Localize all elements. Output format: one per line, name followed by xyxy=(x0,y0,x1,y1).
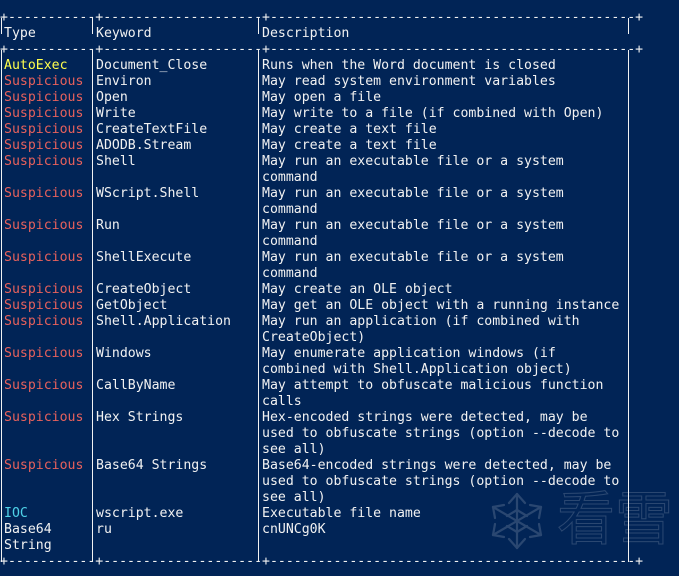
cell-type: Suspicious xyxy=(4,90,83,106)
cell-description-line: Base64-encoded strings were detected, ma… xyxy=(262,458,611,474)
vrule-col1-body xyxy=(92,50,93,562)
cell-keyword: CallByName xyxy=(96,378,175,394)
cell-description-line: Executable file name xyxy=(262,506,421,522)
cell-keyword: ShellExecute xyxy=(96,250,191,266)
cell-description-line: command xyxy=(262,266,318,282)
cell-keyword: Hex Strings xyxy=(96,410,183,426)
table-header-rule: +-----------+--------------------+------… xyxy=(0,42,643,58)
cell-description-line: May open a file xyxy=(262,90,381,106)
cell-keyword: WScript.Shell xyxy=(96,186,199,202)
vrule-right-header xyxy=(628,18,629,34)
cell-description-line: May run an executable file or a system xyxy=(262,154,564,170)
cell-keyword: Windows xyxy=(96,346,152,362)
cell-description-line: May create a text file xyxy=(262,138,437,154)
cell-description-line: command xyxy=(262,170,318,186)
cell-type: Suspicious xyxy=(4,218,83,234)
cell-type: Suspicious xyxy=(4,154,83,170)
cell-keyword: Base64 Strings xyxy=(96,458,207,474)
vrule-left-header xyxy=(1,18,2,34)
column-header-description: Description xyxy=(262,26,349,42)
cell-type: Suspicious xyxy=(4,282,83,298)
cell-type: Suspicious xyxy=(4,346,83,362)
cell-description-line: command xyxy=(262,234,318,250)
cell-type: IOC xyxy=(4,506,28,522)
cell-description-line: May enumerate application windows (if xyxy=(262,346,556,362)
vrule-col1-header xyxy=(92,18,93,34)
cell-description-line: calls xyxy=(262,394,302,410)
cell-keyword: GetObject xyxy=(96,298,167,314)
cell-description-line: May run an executable file or a system xyxy=(262,186,564,202)
cell-description-line: May attempt to obfuscate malicious funct… xyxy=(262,378,603,394)
table-bottom-rule: +-----------+--------------------+------… xyxy=(0,554,643,570)
cell-type: Suspicious xyxy=(4,74,83,90)
watermark: 看雪 xyxy=(483,488,673,554)
table-top-rule: +-----------+--------------------+------… xyxy=(0,10,643,26)
cell-keyword: CreateTextFile xyxy=(96,122,207,138)
cell-type: Suspicious xyxy=(4,378,83,394)
cell-description-line: May run an executable file or a system xyxy=(262,250,564,266)
cell-keyword: Shell.Application xyxy=(96,314,231,330)
cell-type: Suspicious xyxy=(4,106,83,122)
cell-description-line: CreateObject) xyxy=(262,330,365,346)
cell-description-line: command xyxy=(262,202,318,218)
cell-type: AutoExec xyxy=(4,58,68,74)
cell-keyword: Open xyxy=(96,90,128,106)
cell-description-line: May run an executable file or a system xyxy=(262,218,564,234)
cell-type-extra-line: String xyxy=(4,538,52,554)
vrule-right-body xyxy=(628,50,629,562)
watermark-text: 看雪 xyxy=(557,486,673,552)
cell-description-line: Runs when the Word document is closed xyxy=(262,58,556,74)
cell-description-line: used to obfuscate strings (option --deco… xyxy=(262,474,619,490)
snowflake-icon xyxy=(483,490,551,552)
vrule-col2-header xyxy=(258,18,259,34)
cell-description-line: May create a text file xyxy=(262,122,437,138)
vrule-col2-body xyxy=(258,50,259,562)
column-header-type: Type xyxy=(4,26,36,42)
cell-description-line: see all) xyxy=(262,490,326,506)
cell-keyword: ADODB.Stream xyxy=(96,138,191,154)
cell-type: Suspicious xyxy=(4,186,83,202)
cell-type-extra-line: Base64 xyxy=(4,522,52,538)
cell-description-line: combined with Shell.Application object) xyxy=(262,362,572,378)
cell-keyword: CreateObject xyxy=(96,282,191,298)
cell-description-line: cnUNCg0K xyxy=(262,522,326,538)
vrule-left-body xyxy=(1,50,2,562)
cell-description-line: May create an OLE object xyxy=(262,282,453,298)
cell-description-line: May get an OLE object with a running ins… xyxy=(262,298,619,314)
cell-type: Suspicious xyxy=(4,122,83,138)
cell-description-line: used to obfuscate strings (option --deco… xyxy=(262,426,619,442)
cell-type: Suspicious xyxy=(4,410,83,426)
console-window: 看雪 +-----------+--------------------+---… xyxy=(0,0,679,576)
cell-keyword: Document_Close xyxy=(96,58,207,74)
cell-type: Suspicious xyxy=(4,458,83,474)
cell-description-line: Hex-encoded strings were detected, may b… xyxy=(262,410,588,426)
cell-description-line: see all) xyxy=(262,442,326,458)
cell-type: Suspicious xyxy=(4,314,83,330)
cell-keyword: Write xyxy=(96,106,136,122)
cell-keyword: wscript.exe xyxy=(96,506,183,522)
cell-description-line: May run an application (if combined with xyxy=(262,314,580,330)
cell-type: Suspicious xyxy=(4,298,83,314)
cell-type: Suspicious xyxy=(4,250,83,266)
cell-description-line: May write to a file (if combined with Op… xyxy=(262,106,603,122)
cell-keyword: Run xyxy=(96,218,120,234)
cell-type: Suspicious xyxy=(4,138,83,154)
cell-keyword-extra-line: ru xyxy=(96,522,112,538)
column-header-keyword: Keyword xyxy=(96,26,152,42)
cell-keyword: Environ xyxy=(96,74,152,90)
cell-keyword: Shell xyxy=(96,154,136,170)
cell-description-line: May read system environment variables xyxy=(262,74,556,90)
